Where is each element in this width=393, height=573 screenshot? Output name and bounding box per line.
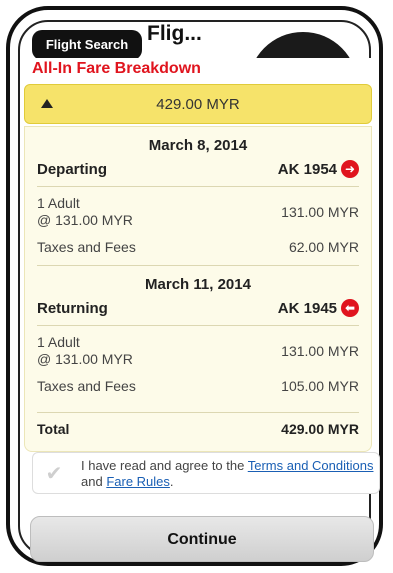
returning-fare-amount: 131.00 MYR <box>281 343 359 359</box>
fare-breakdown-section: All-In Fare Breakdown 429.00 MYR March 8… <box>24 58 372 452</box>
total-label: Total <box>37 421 70 437</box>
agreement-suffix: . <box>169 474 174 489</box>
header-bar: Flight Search Flig... <box>10 10 379 142</box>
returning-label: Returning <box>37 299 108 317</box>
continue-button[interactable]: Continue <box>30 516 374 562</box>
departing-passenger-count: 1 Adult <box>37 195 80 211</box>
departing-tax-line: Taxes and Fees 62.00 MYR <box>37 239 359 266</box>
returning-passenger: 1 Adult @ 131.00 MYR <box>37 334 133 368</box>
departing-row: Departing AK 1954 ➜ <box>37 160 359 187</box>
returning-passenger-count: 1 Adult <box>37 334 80 350</box>
departing-passenger-rate: @ 131.00 MYR <box>37 212 133 228</box>
departing-flight: AK 1954 ➜ <box>278 160 359 178</box>
returning-taxes-amount: 105.00 MYR <box>281 378 359 394</box>
departing-label: Departing <box>37 160 108 178</box>
page-title: Flig... <box>147 22 202 45</box>
departing-flight-number: AK 1954 <box>277 160 337 178</box>
departing-taxes-amount: 62.00 MYR <box>288 239 359 255</box>
checkbox-check-icon[interactable]: ✔ <box>43 463 65 485</box>
returning-flight: AK 1945 ⬅ <box>278 299 359 317</box>
terms-agreement: ✔ I have read and agree to the Terms and… <box>32 452 380 494</box>
departing-date: March 8, 2014 <box>148 137 248 154</box>
summary-total-amount: 429.00 MYR <box>156 96 240 113</box>
fare-rules-link[interactable]: Fare Rules <box>106 474 170 489</box>
fare-details-panel: March 8, 2014 Departing AK 1954 ➜ 1 Adul… <box>24 126 372 452</box>
section-title: All-In Fare Breakdown <box>32 60 201 77</box>
returning-row: Returning AK 1945 ⬅ <box>37 299 359 326</box>
agreement-middle: and <box>81 474 107 489</box>
returning-taxes-label: Taxes and Fees <box>37 378 136 394</box>
agreement-prefix: I have read and agree to the <box>81 458 248 473</box>
returning-fare-line: 1 Adult @ 131.00 MYR 131.00 MYR <box>37 334 359 368</box>
total-value: 429.00 MYR <box>281 421 359 437</box>
departing-passenger: 1 Adult @ 131.00 MYR <box>37 195 133 229</box>
returning-passenger-rate: @ 131.00 MYR <box>37 351 133 367</box>
departing-fare-amount: 131.00 MYR <box>281 204 359 220</box>
terms-link[interactable]: Terms and Conditions <box>248 458 374 473</box>
departing-taxes-label: Taxes and Fees <box>37 239 136 255</box>
back-button[interactable]: Flight Search <box>32 30 142 60</box>
returning-date: March 11, 2014 <box>145 276 251 293</box>
fare-summary-toggle[interactable]: 429.00 MYR <box>24 84 372 124</box>
returning-flight-number: AK 1945 <box>277 299 337 317</box>
returning-tax-line: Taxes and Fees 105.00 MYR <box>37 378 359 404</box>
arrow-left-icon: ⬅ <box>341 299 359 317</box>
arrow-right-icon: ➜ <box>341 160 359 178</box>
total-row: Total 429.00 MYR <box>37 412 359 445</box>
departing-fare-line: 1 Adult @ 131.00 MYR 131.00 MYR <box>37 195 359 229</box>
agreement-text: I have read and agree to the Terms and C… <box>81 458 379 490</box>
